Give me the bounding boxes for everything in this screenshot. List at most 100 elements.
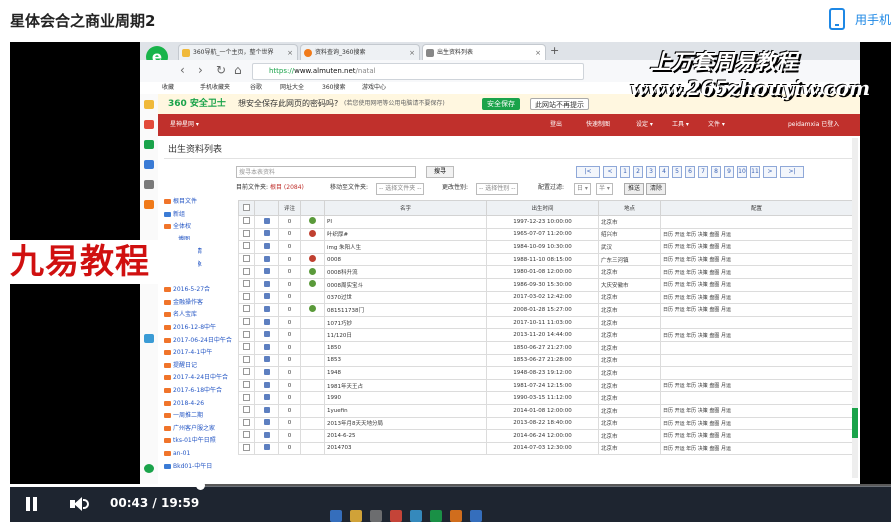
bookmark-item[interactable]: 手机收藏夹: [200, 82, 230, 94]
row-actions[interactable]: [660, 215, 853, 229]
row-checkbox-cell[interactable]: [238, 441, 255, 456]
lock-icon[interactable]: [263, 230, 270, 237]
row-checkbox-cell[interactable]: [238, 429, 255, 443]
row-lock-cell[interactable]: [254, 441, 279, 456]
row-checkbox-cell[interactable]: [238, 416, 255, 431]
row-checkbox[interactable]: [243, 255, 250, 263]
lock-icon[interactable]: [263, 394, 270, 401]
row-checkbox[interactable]: [243, 242, 250, 250]
back-button[interactable]: ‹: [180, 63, 185, 77]
folder-item[interactable]: 新组: [164, 209, 185, 222]
bookmark-item[interactable]: 网址大全: [280, 82, 304, 94]
row-lock-cell[interactable]: [254, 416, 279, 431]
lock-icon[interactable]: [263, 381, 270, 388]
nav-logout[interactable]: 登出: [550, 114, 562, 136]
row-lock-cell[interactable]: [254, 366, 279, 380]
lock-icon[interactable]: [263, 444, 270, 451]
row-checkbox-cell[interactable]: [238, 227, 255, 242]
table-row[interactable]: 0 1948 1948-08-23 19:12:00 北京市: [238, 366, 853, 380]
table-row[interactable]: 0 0370过世 2017-03-02 12:42:00 北京市 日历 开运 年历 决策…: [238, 290, 853, 305]
bookmark-item[interactable]: 360搜索: [322, 82, 345, 94]
row-checkbox[interactable]: [243, 292, 250, 300]
gender-select[interactable]: -- 选择性别 --: [476, 183, 519, 195]
row-actions[interactable]: [660, 315, 853, 330]
row-checkbox[interactable]: [243, 343, 250, 351]
table-row[interactable]: 0 0008周实宝斗 1986-09-30 15:30:00 大庆安徽市 日历 开运 年…: [238, 277, 853, 292]
row-actions[interactable]: 日历 开运 年历 决策 盘图 月运: [660, 265, 853, 279]
folder-item[interactable]: 2017-4-1中午: [164, 347, 212, 360]
bookmark-item[interactable]: 谷歌: [250, 82, 262, 94]
page-button[interactable]: 6: [685, 166, 695, 178]
url-input[interactable]: https://www.almuten.net/natal: [252, 63, 584, 80]
app-icon[interactable]: [144, 160, 154, 169]
page-button[interactable]: 10: [737, 166, 747, 178]
nav-tools[interactable]: 工具 ▾: [672, 114, 689, 136]
lock-icon[interactable]: [263, 280, 270, 287]
lock-icon[interactable]: [263, 356, 270, 363]
row-name[interactable]: 2014703: [324, 441, 487, 456]
table-row[interactable]: 0 0008 1988-11-10 08:15:00 广东三河镇 日历 开运 年历 决策…: [238, 252, 853, 267]
tab-360-nav[interactable]: 360导航_一个主页，整个世界 ×: [178, 44, 298, 60]
row-actions[interactable]: 日历 开运 年历 决策 盘图 月运: [660, 277, 853, 292]
folder-item[interactable]: an-01: [164, 448, 190, 461]
row-lock-cell[interactable]: [254, 391, 279, 405]
folder-item[interactable]: 2016-5-27合: [164, 284, 210, 297]
page-scrollbar[interactable]: [852, 138, 858, 478]
match-select[interactable]: 日 ▾: [574, 183, 591, 195]
home-button[interactable]: ⌂: [234, 63, 242, 77]
tab-search[interactable]: 资料查询_360搜索 ×: [300, 44, 420, 60]
row-name[interactable]: img 朱阳人生: [324, 240, 487, 254]
lock-icon[interactable]: [263, 368, 270, 375]
row-name[interactable]: 1850: [324, 340, 487, 355]
folder-item[interactable]: 全体权: [164, 221, 191, 234]
row-name[interactable]: 0008周实宝斗: [324, 277, 487, 292]
row-actions[interactable]: 日历 开运 年历 决策 盘图 月运: [660, 328, 853, 342]
folder-item[interactable]: 2017-4-24日中午合: [164, 372, 228, 385]
apply-button[interactable]: 推送: [624, 183, 645, 195]
table-row[interactable]: 0 PI 1997-12-23 10:00:00 北京市: [238, 215, 853, 229]
row-name[interactable]: 叶织厚#: [324, 227, 487, 242]
move-folder-select[interactable]: -- 选择文件夹 --: [376, 183, 425, 195]
page-button[interactable]: |<: [576, 166, 600, 178]
app-icon[interactable]: [144, 200, 154, 209]
header-checkbox[interactable]: [238, 200, 255, 216]
folder-item[interactable]: 提醒日记: [164, 360, 197, 373]
row-lock-cell[interactable]: [254, 215, 279, 229]
folder-item[interactable]: 2017-6-18中午合: [164, 385, 222, 398]
row-actions[interactable]: 日历 开运 年历 决策 盘图 月运: [660, 240, 853, 254]
row-name[interactable]: 1981年天王占: [324, 378, 487, 393]
row-actions[interactable]: [660, 353, 853, 368]
mobile-watch-link[interactable]: 用手机: [828, 8, 891, 30]
folder-item[interactable]: Bkd01-中午日: [164, 461, 212, 474]
table-row[interactable]: 0 1990 1990-03-15 11:12:00 北京市: [238, 391, 853, 405]
row-checkbox[interactable]: [243, 217, 250, 225]
row-name[interactable]: 0008科升流: [324, 265, 487, 279]
lock-icon[interactable]: [263, 331, 270, 338]
page-button[interactable]: 2: [633, 166, 643, 178]
row-actions[interactable]: 日历 开运 年历 决策 盘图 月运: [660, 403, 853, 418]
close-icon[interactable]: ×: [409, 45, 415, 60]
bookmark-item[interactable]: 游戏中心: [362, 82, 386, 94]
header-place[interactable]: 地点: [598, 200, 661, 216]
tab-birth-list[interactable]: 出生资料列表 ×: [422, 44, 546, 60]
row-checkbox-cell[interactable]: [238, 315, 255, 330]
table-row[interactable]: 0 叶织厚# 1965-07-07 11:20:00 绍兴市 日历 开运 年历 决策 盘…: [238, 227, 853, 242]
refresh-button[interactable]: ↻: [216, 63, 226, 77]
app-icon[interactable]: [144, 180, 154, 189]
row-lock-cell[interactable]: [254, 378, 279, 393]
pause-button[interactable]: [24, 496, 40, 512]
close-icon[interactable]: ×: [535, 45, 541, 60]
lock-icon[interactable]: [263, 419, 270, 426]
folder-item[interactable]: 金融操作客: [164, 297, 203, 310]
row-checkbox[interactable]: [243, 406, 250, 414]
row-name[interactable]: 081511738门: [324, 303, 487, 317]
match-select-2[interactable]: 半 ▾: [596, 183, 613, 195]
row-name[interactable]: 1yuefin: [324, 403, 487, 418]
lock-icon[interactable]: [263, 431, 270, 438]
row-checkbox-cell[interactable]: [238, 378, 255, 393]
row-checkbox[interactable]: [243, 280, 250, 288]
row-checkbox-cell[interactable]: [238, 215, 255, 229]
table-row[interactable]: 0 1981年天王占 1981-07-24 12:15:00 北京市 日历 开运 年历 …: [238, 378, 853, 393]
lock-icon[interactable]: [263, 305, 270, 312]
row-checkbox-cell[interactable]: [238, 340, 255, 355]
